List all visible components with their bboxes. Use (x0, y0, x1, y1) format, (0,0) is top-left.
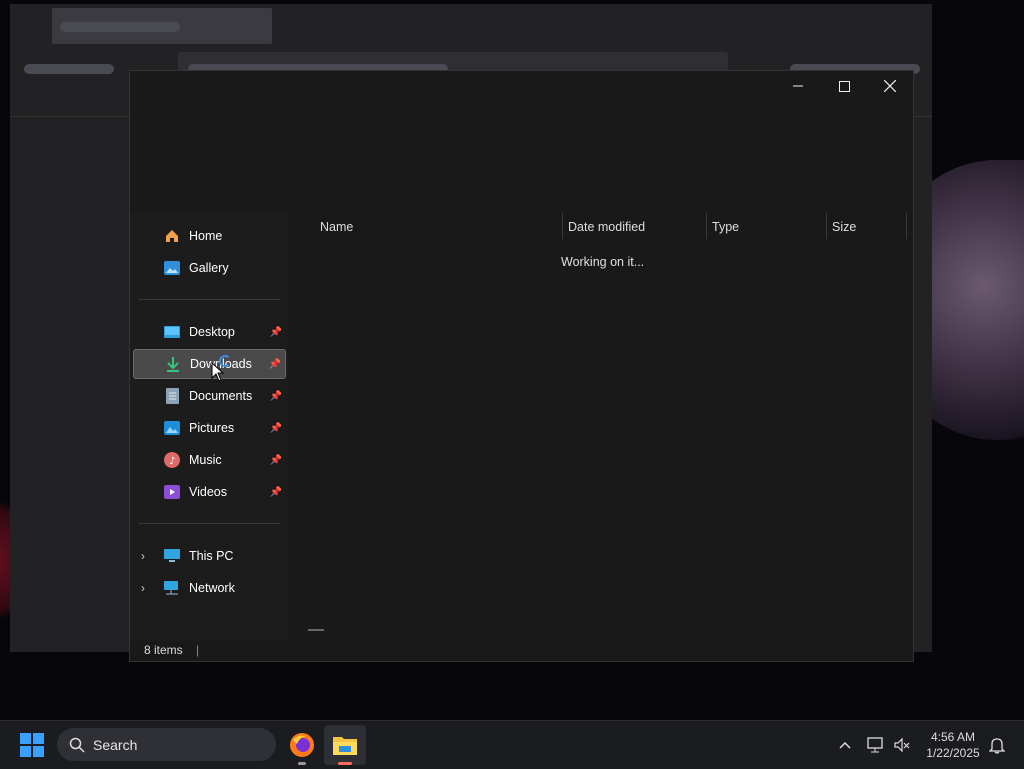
column-date-modified[interactable]: Date modified (568, 213, 645, 241)
busy-spinner-icon (219, 355, 231, 367)
bell-icon (989, 738, 1005, 754)
clock-date: 1/22/2025 (926, 746, 980, 760)
column-divider[interactable] (562, 213, 563, 239)
nav-item-music[interactable]: ♪ Music 📌 (133, 445, 286, 475)
music-icon: ♪ (163, 451, 181, 469)
nav-item-label: Desktop (189, 325, 235, 339)
active-indicator (338, 762, 352, 765)
column-header: Name Date modified Type Size (290, 213, 910, 241)
nav-item-downloads[interactable]: Downloads 📌 (133, 349, 286, 379)
taskbar-search-box[interactable]: Search (57, 728, 276, 761)
skeleton-bar (60, 22, 180, 32)
folder-icon (333, 737, 357, 755)
volume-tray-button[interactable] (890, 721, 914, 769)
file-explorer-window: Home Gallery Desktop 📌 Downloads 📌 Docum… (129, 70, 914, 662)
minimize-icon (793, 85, 803, 87)
column-name[interactable]: Name (320, 213, 353, 241)
nav-item-label: Gallery (189, 261, 229, 275)
taskbar: Search 4:56 AM 1/22/2025 (0, 720, 1024, 769)
firefox-taskbar-button[interactable] (282, 725, 322, 765)
nav-item-label: Music (189, 453, 222, 467)
videos-icon (163, 483, 181, 501)
close-button[interactable] (867, 71, 913, 101)
nav-item-videos[interactable]: Videos 📌 (133, 477, 286, 507)
network-icon (163, 579, 181, 597)
nav-item-label: This PC (189, 549, 234, 563)
pc-icon (163, 547, 181, 565)
navigation-pane: Home Gallery Desktop 📌 Downloads 📌 Docum… (130, 213, 288, 641)
nav-item-label: Home (189, 229, 223, 243)
column-divider[interactable] (826, 213, 827, 239)
column-size[interactable]: Size (832, 213, 856, 241)
svg-text:♪: ♪ (169, 456, 175, 467)
start-button[interactable] (12, 725, 52, 765)
nav-item-pictures[interactable]: Pictures 📌 (133, 413, 286, 443)
pin-icon[interactable]: 📌 (270, 391, 282, 402)
nav-divider (138, 523, 280, 524)
maximize-icon (838, 80, 850, 92)
volume-muted-icon (894, 737, 910, 753)
windows-logo-icon (20, 733, 44, 757)
running-indicator (298, 762, 306, 765)
column-divider[interactable] (706, 213, 707, 239)
gallery-icon (163, 259, 181, 277)
nav-item-label: Network (189, 581, 235, 595)
pin-icon[interactable]: 📌 (270, 327, 282, 338)
pin-icon[interactable]: 📌 (269, 359, 281, 370)
search-icon (69, 737, 85, 753)
firefox-icon (290, 733, 314, 757)
home-icon (163, 227, 181, 245)
pictures-icon (163, 419, 181, 437)
nav-item-network[interactable]: › Network (133, 573, 286, 603)
skeleton-bar (24, 64, 114, 74)
show-hidden-icons-button[interactable] (832, 721, 858, 769)
pin-icon[interactable]: 📌 (270, 487, 282, 498)
status-divider: | (196, 643, 200, 657)
background-tab (52, 8, 272, 44)
nav-divider (138, 299, 280, 300)
pin-icon[interactable]: 📌 (270, 455, 282, 466)
file-list-pane: Name Date modified Type Size Working on … (290, 213, 913, 641)
pin-icon[interactable]: 📌 (270, 423, 282, 434)
chevron-up-icon (839, 741, 851, 749)
download-icon (164, 355, 182, 373)
nav-item-label: Videos (189, 485, 227, 499)
network-tray-button[interactable] (864, 721, 888, 769)
nav-item-label: Documents (189, 389, 253, 403)
minimize-button[interactable] (775, 71, 821, 101)
chevron-right-icon[interactable]: › (141, 581, 145, 595)
column-divider[interactable] (906, 213, 907, 239)
desktop-icon (163, 323, 181, 341)
close-icon (884, 80, 896, 92)
network-status-icon (867, 737, 883, 753)
search-label: Search (93, 736, 138, 753)
clock-time: 4:56 AM (930, 730, 976, 744)
column-type[interactable]: Type (712, 213, 739, 241)
clock[interactable]: 4:56 AM 1/22/2025 (918, 721, 988, 769)
caption-buttons (775, 71, 913, 101)
file-explorer-taskbar-button[interactable] (324, 725, 366, 765)
nav-item-label: Pictures (189, 421, 235, 435)
nav-item-home[interactable]: Home (133, 221, 286, 251)
loading-message: Working on it... (561, 255, 645, 269)
nav-item-desktop[interactable]: Desktop 📌 (133, 317, 286, 347)
status-bar: 8 items | (144, 643, 199, 657)
nav-item-documents[interactable]: Documents 📌 (133, 381, 286, 411)
documents-icon (163, 387, 181, 405)
item-count: 8 items (144, 643, 183, 657)
nav-item-this-pc[interactable]: › This PC (133, 541, 286, 571)
maximize-button[interactable] (821, 71, 867, 101)
nav-item-gallery[interactable]: Gallery (133, 253, 286, 283)
chevron-right-icon[interactable]: › (141, 549, 145, 563)
notifications-button[interactable] (986, 721, 1008, 769)
scrollbar-thumb[interactable] (308, 629, 324, 631)
